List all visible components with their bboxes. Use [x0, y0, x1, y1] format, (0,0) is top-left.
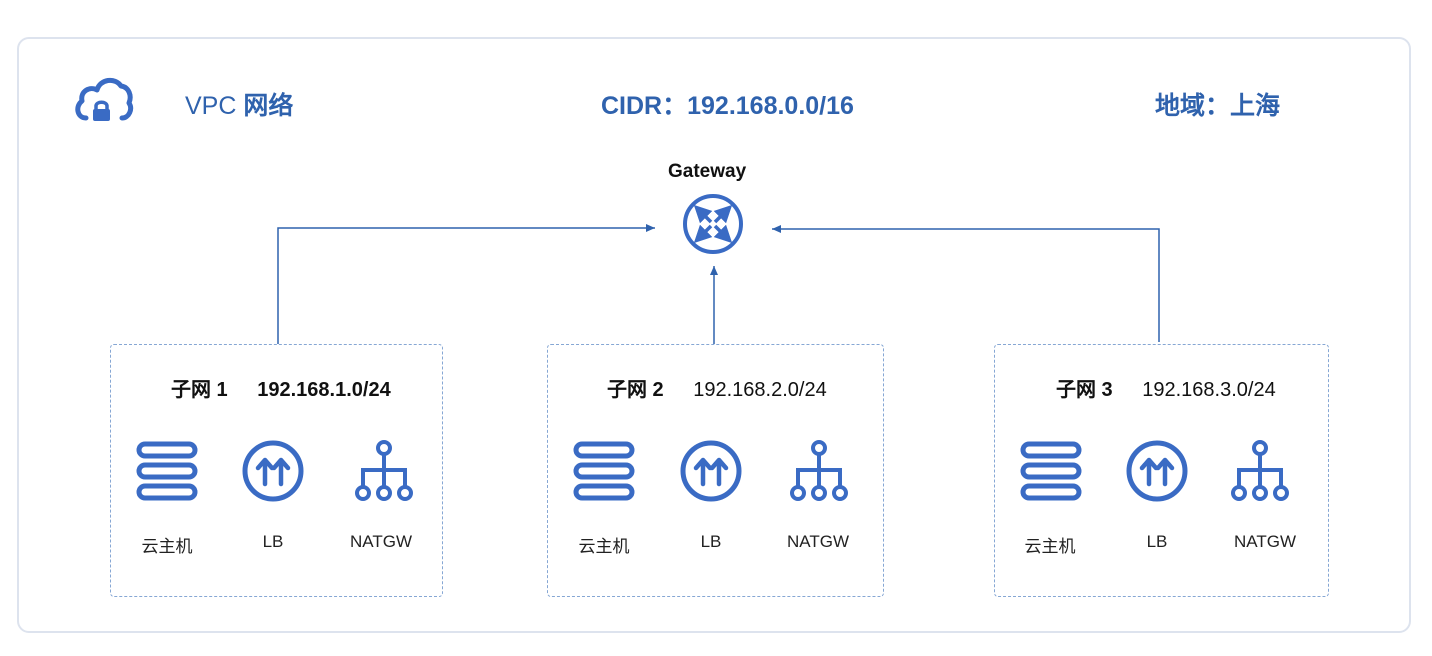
subnet-name: 子网 1: [171, 379, 228, 401]
nat-gateway-icon: [1231, 440, 1289, 501]
resource-label-lb: LB: [700, 532, 722, 551]
connector-subnet-3: [772, 225, 1160, 342]
resource-label-natgw: NATGW: [1233, 532, 1297, 551]
connector-subnet-1: [277, 224, 655, 344]
server-icon: [136, 441, 198, 501]
resource-label-lb: LB: [262, 532, 284, 551]
resource-label-vm: 云主机: [141, 537, 193, 556]
subnet-cidr: 192.168.1.0/24: [257, 379, 391, 401]
resource-label-natgw: NATGW: [349, 532, 413, 551]
subnet-title: 子网 1 192.168.1.0/24: [171, 373, 391, 402]
subnet-name: 子网 3: [1056, 379, 1113, 401]
server-icon: [1020, 441, 1082, 501]
subnet-cidr: 192.168.2.0/24: [693, 379, 827, 401]
subnet-box-1: 子网 1 192.168.1.0/24 云主机 LB NATGW: [110, 344, 443, 597]
subnet-name: 子网 2: [607, 379, 664, 401]
subnet-title: 子网 2 192.168.2.0/24: [607, 373, 827, 402]
resource-label-natgw: NATGW: [786, 532, 850, 551]
server-icon: [573, 441, 635, 501]
load-balancer-icon: [1126, 440, 1188, 502]
subnet-box-2: 子网 2 192.168.2.0/24 云主机 LB NATGW: [547, 344, 884, 597]
resource-label-vm: 云主机: [1024, 537, 1076, 556]
subnet-box-3: 子网 3 192.168.3.0/24 云主机 LB NATGW: [994, 344, 1329, 597]
subnet-cidr: 192.168.3.0/24: [1142, 379, 1276, 401]
load-balancer-icon: [680, 440, 742, 502]
resource-label-vm: 云主机: [578, 537, 630, 556]
nat-gateway-icon: [790, 440, 848, 501]
resource-label-lb: LB: [1146, 532, 1168, 551]
load-balancer-icon: [242, 440, 304, 502]
nat-gateway-icon: [355, 440, 413, 501]
subnet-title: 子网 3 192.168.3.0/24: [1056, 373, 1276, 402]
